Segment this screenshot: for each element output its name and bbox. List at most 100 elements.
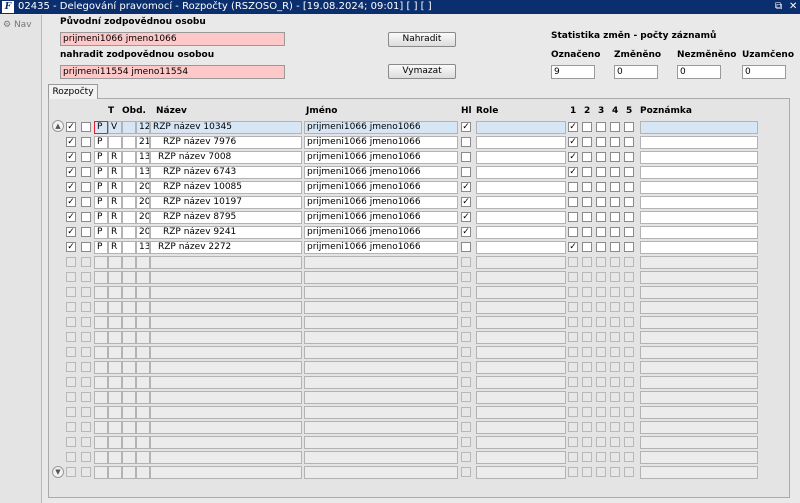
row-person-cell[interactable]: prijmeni1066 jmeno1066 (304, 241, 458, 254)
row-select-checkbox[interactable]: ✓ (66, 212, 76, 222)
row-flag-1-checkbox[interactable] (568, 422, 578, 432)
row-flag-4-checkbox[interactable] (610, 392, 620, 402)
row-blank-checkbox[interactable] (81, 242, 91, 252)
row-person-cell[interactable] (304, 466, 458, 479)
row-blank-checkbox[interactable] (81, 137, 91, 147)
scroll-down-icon[interactable]: ▼ (52, 466, 64, 478)
row-flag-4-checkbox[interactable] (610, 452, 620, 462)
row-type-cell[interactable] (108, 421, 122, 434)
row-name-cell[interactable] (150, 436, 302, 449)
row-blank-checkbox[interactable] (81, 197, 91, 207)
row-flag-1-checkbox[interactable] (568, 362, 578, 372)
table-row-empty[interactable] (52, 360, 762, 375)
row-blank-cell[interactable] (122, 376, 136, 389)
table-row[interactable]: ✓ P R 13 RZP název 6743 prijmeni1066 jmeno106… (52, 165, 762, 180)
row-flag-4-checkbox[interactable] (610, 272, 620, 282)
row-p-cell[interactable] (94, 346, 108, 359)
row-select-checkbox[interactable]: ✓ (66, 227, 76, 237)
row-select-checkbox[interactable] (66, 257, 76, 267)
scroll-up-icon[interactable]: ▲ (52, 120, 64, 132)
row-type-cell[interactable] (108, 331, 122, 344)
row-flag-1-checkbox[interactable] (568, 392, 578, 402)
row-flag-3-checkbox[interactable] (596, 377, 606, 387)
row-flag-2-checkbox[interactable] (582, 137, 592, 147)
row-hl-checkbox[interactable] (461, 452, 471, 462)
row-flag-5-checkbox[interactable] (624, 362, 634, 372)
row-blank-checkbox[interactable] (81, 317, 91, 327)
row-flag-5-checkbox[interactable] (624, 452, 634, 462)
row-type-cell[interactable]: R (108, 151, 122, 164)
row-select-checkbox[interactable]: ✓ (66, 137, 76, 147)
row-name-cell[interactable]: RZP název 10345 (150, 121, 302, 134)
row-flag-5-checkbox[interactable] (624, 197, 634, 207)
row-flag-2-checkbox[interactable] (582, 272, 592, 282)
table-row[interactable]: ✓ P R 20 RZP název 10197 prijmeni1066 jmeno10… (52, 195, 762, 210)
row-blank-cell[interactable] (122, 406, 136, 419)
row-flag-1-checkbox[interactable] (568, 212, 578, 222)
row-note-cell[interactable] (640, 346, 758, 359)
row-flag-1-checkbox[interactable] (568, 302, 578, 312)
row-type-cell[interactable] (108, 406, 122, 419)
row-person-cell[interactable] (304, 421, 458, 434)
row-select-checkbox[interactable]: ✓ (66, 182, 76, 192)
row-flag-1-checkbox[interactable]: ✓ (568, 242, 578, 252)
row-flag-2-checkbox[interactable] (582, 317, 592, 327)
row-flag-3-checkbox[interactable] (596, 212, 606, 222)
row-flag-3-checkbox[interactable] (596, 242, 606, 252)
row-note-cell[interactable] (640, 436, 758, 449)
table-scrollbar[interactable]: ▲ ▼ (52, 120, 64, 480)
row-role-cell[interactable] (476, 331, 566, 344)
delete-button[interactable]: Vymazat (388, 64, 456, 79)
row-flag-1-checkbox[interactable] (568, 437, 578, 447)
row-blank-checkbox[interactable] (81, 392, 91, 402)
row-person-cell[interactable]: prijmeni1066 jmeno1066 (304, 226, 458, 239)
row-period-cell[interactable]: 13 (136, 241, 150, 254)
row-blank-checkbox[interactable] (81, 122, 91, 132)
row-select-checkbox[interactable] (66, 452, 76, 462)
row-flag-5-checkbox[interactable] (624, 347, 634, 357)
row-blank-checkbox[interactable] (81, 227, 91, 237)
row-period-cell[interactable] (136, 451, 150, 464)
row-p-cell[interactable]: P (94, 226, 108, 239)
row-flag-2-checkbox[interactable] (582, 152, 592, 162)
row-blank-cell[interactable] (122, 286, 136, 299)
row-p-cell[interactable] (94, 316, 108, 329)
row-blank-checkbox[interactable] (81, 182, 91, 192)
row-p-cell[interactable]: P (94, 241, 108, 254)
row-type-cell[interactable]: R (108, 181, 122, 194)
row-person-cell[interactable] (304, 391, 458, 404)
row-person-cell[interactable] (304, 346, 458, 359)
row-flag-2-checkbox[interactable] (582, 182, 592, 192)
row-name-cell[interactable] (150, 451, 302, 464)
row-select-checkbox[interactable]: ✓ (66, 167, 76, 177)
row-type-cell[interactable]: R (108, 166, 122, 179)
row-note-cell[interactable] (640, 211, 758, 224)
table-row-empty[interactable] (52, 450, 762, 465)
table-row-empty[interactable] (52, 465, 762, 480)
row-period-cell[interactable] (136, 256, 150, 269)
row-person-cell[interactable] (304, 331, 458, 344)
row-p-cell[interactable] (94, 451, 108, 464)
row-person-cell[interactable] (304, 376, 458, 389)
table-row[interactable]: ✓ P R 20 RZP název 9241 prijmeni1066 jmeno106… (52, 225, 762, 240)
row-role-cell[interactable] (476, 451, 566, 464)
row-p-cell[interactable] (94, 376, 108, 389)
row-role-cell[interactable] (476, 196, 566, 209)
row-period-cell[interactable] (136, 271, 150, 284)
row-blank-cell[interactable] (122, 436, 136, 449)
table-row-empty[interactable] (52, 315, 762, 330)
row-name-cell[interactable] (150, 346, 302, 359)
row-hl-checkbox[interactable] (461, 467, 471, 477)
nav-button[interactable]: ⚙ Nav (3, 20, 32, 30)
row-flag-3-checkbox[interactable] (596, 227, 606, 237)
row-role-cell[interactable] (476, 211, 566, 224)
row-role-cell[interactable] (476, 361, 566, 374)
row-hl-checkbox[interactable] (461, 287, 471, 297)
row-note-cell[interactable] (640, 241, 758, 254)
row-hl-checkbox[interactable] (461, 332, 471, 342)
row-flag-5-checkbox[interactable] (624, 257, 634, 267)
row-flag-1-checkbox[interactable]: ✓ (568, 152, 578, 162)
row-flag-2-checkbox[interactable] (582, 212, 592, 222)
row-select-checkbox[interactable]: ✓ (66, 122, 76, 132)
row-p-cell[interactable] (94, 256, 108, 269)
